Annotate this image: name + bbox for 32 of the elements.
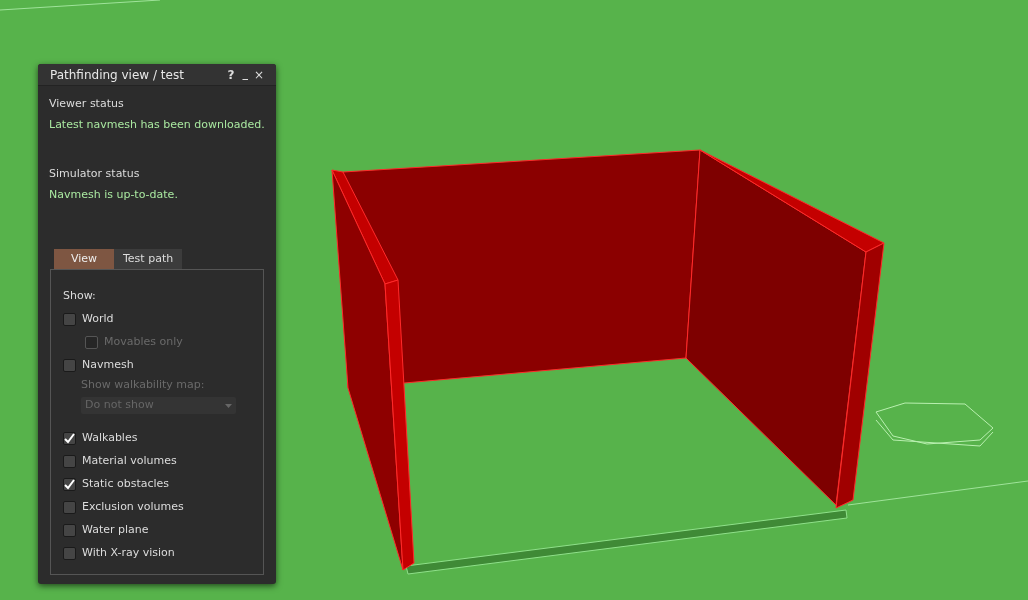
checkbox-label: Movables only bbox=[104, 334, 183, 351]
checkmark-icon bbox=[64, 479, 75, 490]
checkbox-label: Material volumes bbox=[82, 453, 177, 470]
checkbox[interactable] bbox=[63, 313, 76, 326]
status-text: Latest navmesh has been downloaded. bbox=[49, 117, 265, 133]
checkbox-label: With X-ray vision bbox=[82, 545, 175, 562]
window-title: Pathfinding view / test bbox=[50, 66, 185, 84]
minimize-button[interactable]: _ bbox=[242, 66, 248, 83]
tab[interactable]: Test path bbox=[114, 249, 183, 269]
checkbox[interactable] bbox=[63, 478, 76, 491]
help-button[interactable]: ? bbox=[227, 65, 235, 84]
option-label: Show walkability map: bbox=[80, 377, 206, 393]
close-button[interactable]: × bbox=[253, 65, 264, 84]
checkbox-label: Water plane bbox=[82, 522, 149, 539]
checkbox-label: Static obstacles bbox=[82, 476, 170, 493]
checkbox[interactable] bbox=[63, 547, 76, 560]
checkbox[interactable] bbox=[63, 432, 76, 445]
checkbox[interactable] bbox=[63, 359, 76, 372]
caret-icon bbox=[225, 403, 232, 408]
option-label: Show: bbox=[63, 288, 97, 304]
section-label: Viewer status bbox=[49, 96, 125, 112]
checkbox-label: Navmesh bbox=[82, 357, 134, 374]
checkbox[interactable] bbox=[63, 455, 76, 468]
section-label: Simulator status bbox=[49, 166, 141, 182]
checkbox-label: World bbox=[82, 311, 114, 328]
checkbox-label: Walkables bbox=[82, 430, 138, 447]
tab[interactable]: View bbox=[54, 249, 114, 269]
checkbox[interactable] bbox=[63, 501, 76, 514]
checkbox-label: Exclusion volumes bbox=[82, 499, 184, 516]
checkmark-icon bbox=[64, 433, 75, 444]
checkbox[interactable] bbox=[63, 524, 76, 537]
status-text: Navmesh is up-to-date. bbox=[49, 187, 179, 203]
